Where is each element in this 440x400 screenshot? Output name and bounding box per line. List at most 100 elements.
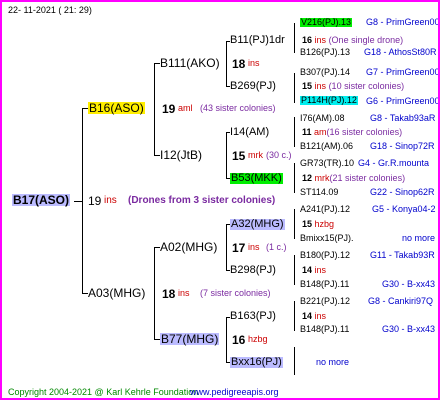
queen-root-name[interactable]: B17(ASO) — [12, 194, 71, 206]
sire-insemination: aml — [178, 103, 193, 113]
g4-name[interactable]: B148(PJ).11 — [300, 325, 349, 334]
g3-generation: 14 — [302, 311, 313, 321]
g3-name[interactable]: B11(PJ)1dr — [230, 35, 285, 46]
connector — [294, 73, 295, 103]
g3-info: 16 ins (One single drone) — [302, 36, 403, 45]
g4-owner: G8 - Takab93aR — [370, 113, 436, 123]
g4-name[interactable]: GR73(TR).10 — [300, 159, 354, 168]
g3-info: 15 ins (10 sister colonies) — [302, 82, 404, 91]
sire-dam-generation: 15 — [232, 149, 246, 163]
connector — [154, 63, 155, 156]
connector — [74, 201, 82, 202]
dam-sire-note: (1 c.) — [266, 242, 287, 252]
connector — [154, 247, 155, 340]
g3-name[interactable]: B53(MKK) — [230, 173, 283, 184]
g3-no-more: no more — [316, 357, 350, 367]
g3-info: 14 ins — [302, 312, 326, 321]
g4-owner: G11 - Takab93R — [370, 250, 435, 260]
g4-name[interactable]: P114H(PJ).12 — [300, 96, 358, 105]
g3-insemination: ins — [314, 81, 327, 91]
connector — [226, 317, 227, 363]
sire-queen-name[interactable]: B16(ASO) — [88, 102, 145, 114]
pedigree-frame: 22- 11-2021 ( 21: 29) Copyright 2004-202… — [0, 0, 440, 400]
g3-name[interactable]: B298(PJ) — [230, 265, 276, 276]
g4-owner: G6 - PrimGreen00 — [366, 96, 440, 106]
g3-insemination: ins — [314, 265, 327, 275]
g3-note: (16 sister colonies) — [326, 127, 403, 137]
g3-name[interactable]: B269(PJ) — [230, 81, 276, 92]
dam-dam-insemination: hzbg — [248, 334, 268, 344]
g3-insemination: ins — [314, 311, 327, 321]
g3-note: (10 sister colonies) — [328, 81, 405, 91]
connector — [226, 224, 227, 271]
dam-sire-name[interactable]: A02(MHG) — [160, 241, 217, 253]
g4-name[interactable]: A241(PJ).12 — [300, 205, 350, 214]
dam-dam-generation: 16 — [232, 333, 246, 347]
g3-info: 11 am(16 sister colonies) — [302, 128, 402, 137]
connector — [294, 117, 295, 147]
sire-dam-note: (30 c.) — [266, 150, 292, 160]
g3-insemination: ins — [314, 35, 327, 45]
g3-note: (21 sister colonies) — [329, 173, 406, 183]
g4-name[interactable]: ST114.09 — [300, 188, 338, 197]
connector — [294, 255, 295, 285]
g3-insemination: am — [314, 127, 327, 137]
g4-name[interactable]: B307(PJ).14 — [300, 68, 350, 77]
sire-sire-name[interactable]: B111(AKO) — [160, 57, 220, 69]
g3-info: 14 ins — [302, 266, 326, 275]
connector — [82, 108, 83, 294]
sire-dam-name[interactable]: I12(JtB) — [160, 149, 202, 161]
connector — [226, 41, 227, 87]
g4-owner: G30 - B-xx43 — [382, 324, 436, 334]
sire-generation: 19 — [162, 102, 176, 116]
g3-generation: 15 — [302, 81, 313, 91]
g3-generation: 15 — [302, 219, 313, 229]
connector — [294, 163, 295, 193]
g4-name[interactable]: V216(PJ).13 — [300, 18, 353, 27]
g4-name[interactable]: B148(PJ).11 — [300, 280, 349, 289]
g3-info: 15 hzbg — [302, 220, 334, 229]
g4-owner: G4 - Gr.R.mounta — [358, 158, 430, 168]
g4-name[interactable]: I76(AM).08 — [300, 114, 345, 123]
g3-generation: 12 — [302, 173, 313, 183]
sire-sire-generation: 18 — [232, 57, 246, 71]
site-url[interactable]: www.pedigreeapis.org — [190, 388, 279, 397]
dam-queen-name[interactable]: A03(MHG) — [88, 287, 145, 299]
g3-name[interactable]: I14(AM) — [230, 127, 269, 138]
g4-name[interactable]: Bmixx15(PJ). — [300, 234, 354, 243]
g4-owner: G30 - B-xx43 — [382, 279, 436, 289]
g4-name[interactable]: B180(PJ).12 — [300, 251, 350, 260]
g3-name[interactable]: B163(PJ) — [230, 311, 276, 322]
g3-note: (One single drone) — [328, 35, 404, 45]
g4-owner: G22 - Sinop62R — [370, 187, 435, 197]
g3-name[interactable]: Bxx16(PJ) — [230, 357, 283, 368]
g4-owner: G7 - PrimGreen00 — [366, 67, 440, 77]
g3-generation: 14 — [302, 265, 313, 275]
connector — [226, 132, 227, 179]
g4-owner: G5 - Konya04-2 — [372, 204, 436, 214]
g4-owner: G18 - Sinop72R — [370, 141, 435, 151]
g4-name[interactable]: B121(AM).06 — [300, 142, 353, 151]
g4-owner: no more — [402, 233, 436, 243]
root-insemination: ins — [104, 195, 117, 206]
g3-insemination: hzbg — [314, 219, 335, 229]
connector — [294, 209, 295, 239]
g3-generation: 11 — [302, 127, 312, 137]
g4-owner: G8 - PrimGreen00 — [366, 17, 440, 27]
sire-sister-note: (43 sister colonies) — [200, 103, 276, 113]
date-stamp: 22- 11-2021 ( 21: 29) — [8, 5, 92, 15]
sire-sire-insemination: ins — [248, 58, 260, 68]
g4-owner: G8 - Cankiri97Q — [368, 296, 434, 306]
g4-owner: G18 - AthosSt80R — [364, 47, 437, 57]
g3-name[interactable]: A32(MHG) — [230, 219, 285, 230]
connector — [294, 347, 295, 375]
sire-dam-insemination: mrk — [248, 150, 263, 160]
dam-dam-name[interactable]: B77(MHG) — [160, 333, 220, 345]
g3-info: 12 mrk(21 sister colonies) — [302, 174, 405, 183]
g3-insemination: mrk — [314, 173, 330, 183]
root-drone-note: (Drones from 3 sister colonies) — [128, 195, 276, 206]
copyright-text: Copyright 2004-2021 @ Karl Kehrle Founda… — [8, 387, 199, 397]
g4-name[interactable]: B126(PJ).13 — [300, 48, 350, 57]
dam-sire-generation: 17 — [232, 241, 246, 255]
g4-name[interactable]: B221(PJ).12 — [300, 297, 350, 306]
